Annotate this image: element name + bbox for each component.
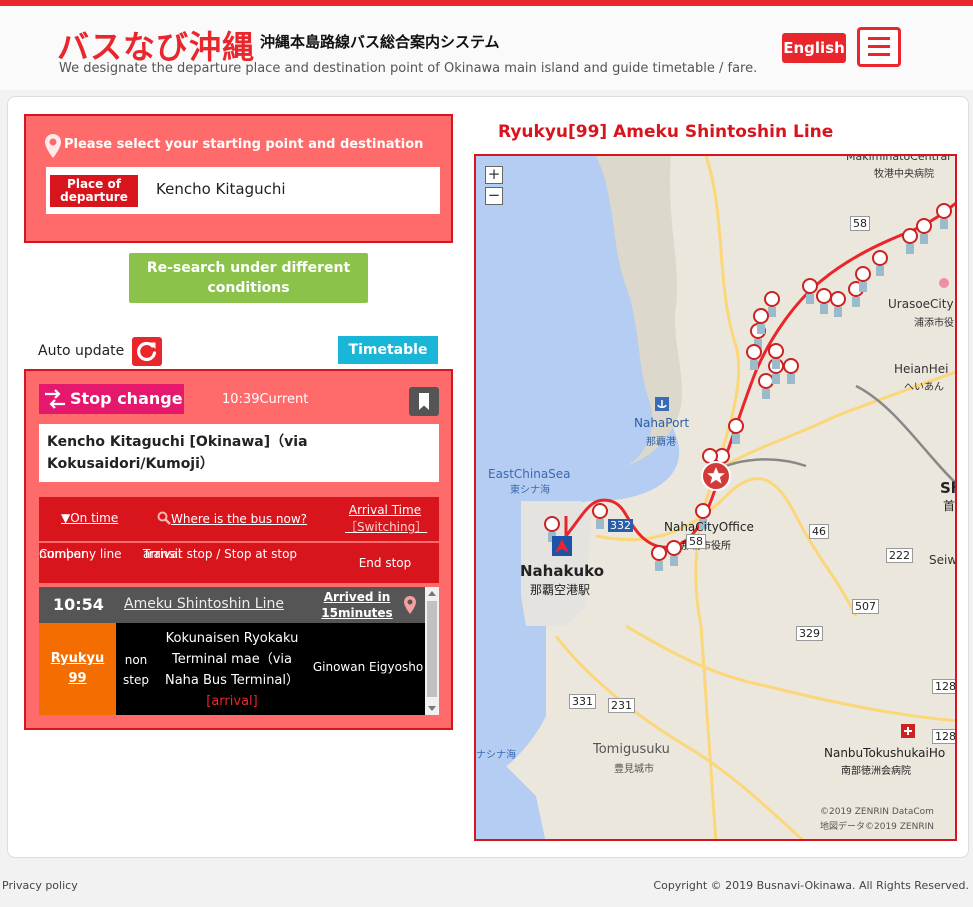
arrival-time-switch[interactable]: Arrival Time ［Switching］: [345, 502, 427, 536]
stop-change-button[interactable]: Stop change: [39, 384, 184, 414]
list-scrollbar[interactable]: [425, 587, 439, 715]
company-line-number: Ryukyu 99: [39, 623, 116, 715]
site-tagline: We designate the departure place and des…: [59, 61, 758, 76]
swap-arrows-icon: [45, 389, 65, 409]
search-icon: [157, 511, 171, 525]
menu-icon: [868, 37, 890, 40]
route-title: Ryukyu[99] Ameku Shintoshin Line: [498, 122, 834, 142]
company-line-link[interactable]: Ryukyu 99: [39, 649, 116, 689]
stop-name: Kencho Kitaguchi [Okinawa]（via Kokusaido…: [39, 424, 439, 482]
start-arrow-icon: [552, 536, 572, 556]
nonstop-label: non step: [123, 653, 149, 687]
privacy-policy-link[interactable]: Privacy policy: [2, 879, 78, 892]
current-time: 10:39Current: [222, 392, 309, 407]
bus-list: 10:54 Ameku Shintoshin Line Arrived in 15…: [39, 587, 439, 715]
zoom-in-button[interactable]: +: [485, 166, 503, 184]
timetable-button[interactable]: Timetable: [338, 336, 438, 364]
road-number: 58: [850, 216, 870, 231]
zoom-out-button[interactable]: −: [485, 187, 503, 205]
location-pin-icon: [45, 134, 61, 158]
map-label: MakiminatoCentral: [846, 154, 951, 163]
search-prompt: Please select your starting point and de…: [64, 137, 424, 152]
header: バスなび沖縄 沖縄本島路線バス総合案内システム We designate the…: [0, 6, 973, 90]
end-stop: Ginowan Eigyosho: [312, 660, 424, 674]
scrollbar-thumb[interactable]: [427, 601, 437, 697]
arrival-countdown[interactable]: Arrived in 15minutes: [317, 589, 397, 621]
bookmark-button[interactable]: [409, 387, 439, 416]
departure-field[interactable]: Place of departure Kencho Kitaguchi: [46, 167, 440, 214]
research-button[interactable]: Re-search under different conditions: [129, 253, 368, 303]
current-stop-star-icon: [701, 461, 731, 491]
bus-line-link[interactable]: Ameku Shintoshin Line: [124, 596, 284, 612]
refresh-icon: [137, 341, 157, 362]
site-subtitle: 沖縄本島路線バス総合案内システム: [260, 33, 500, 51]
bus-row-detail: Ryukyu 99 non step Kokunaisen Ryokaku Term…: [39, 623, 425, 715]
hamburger-menu-button[interactable]: [857, 27, 901, 67]
hospital-icon: [901, 724, 915, 738]
column-headers: Company line number Transit stop / Stop a…: [39, 543, 439, 583]
port-anchor-icon: [655, 397, 669, 411]
auto-update-button[interactable]: [132, 337, 162, 366]
display-options: ▼On time Where is the bus now? Arrival T…: [39, 497, 439, 541]
transit-stop: Kokunaisen Ryokaku Terminal mae（via Naha…: [164, 631, 300, 709]
stop-panel: Stop change 10:39Current Kencho Kitaguch…: [24, 369, 453, 730]
bookmark-icon: [419, 393, 429, 410]
english-button[interactable]: English: [782, 33, 846, 63]
map-pin-icon[interactable]: [403, 595, 417, 615]
auto-update-label: Auto update: [38, 343, 125, 359]
departure-tag: Place of departure: [50, 175, 138, 207]
bus-row-header: 10:54 Ameku Shintoshin Line Arrived in 15…: [39, 587, 425, 623]
search-panel: Please select your starting point and de…: [24, 114, 453, 243]
bus-time: 10:54: [53, 595, 104, 614]
on-time-toggle[interactable]: ▼On time: [61, 511, 118, 525]
route-map[interactable]: + − MakiminatoCentral 牧港中央病院 UrasoeCity …: [474, 154, 957, 841]
footer-copyright: Copyright © 2019 Busnavi-Okinawa. All Ri…: [653, 879, 969, 892]
departure-value[interactable]: Kencho Kitaguchi: [156, 180, 286, 198]
where-is-bus-link[interactable]: Where is the bus now?: [157, 511, 307, 526]
col-end: End stop: [358, 556, 412, 570]
map-canvas[interactable]: [476, 156, 957, 841]
